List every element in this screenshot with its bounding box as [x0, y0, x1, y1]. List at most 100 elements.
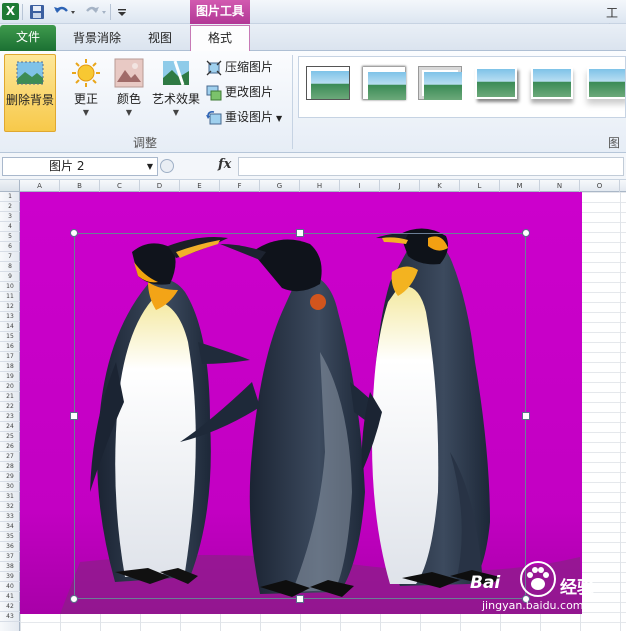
- column-header[interactable]: F: [220, 180, 260, 192]
- row-header[interactable]: 27: [0, 452, 20, 462]
- undo-icon[interactable]: [52, 3, 75, 21]
- column-header[interactable]: J: [380, 180, 420, 192]
- row-header[interactable]: 24: [0, 422, 20, 432]
- column-header[interactable]: I: [340, 180, 380, 192]
- picture-style-thumbnail[interactable]: [475, 67, 517, 99]
- row-header[interactable]: 14: [0, 322, 20, 332]
- row-header[interactable]: 31: [0, 492, 20, 502]
- row-header[interactable]: 1: [0, 192, 20, 202]
- row-header[interactable]: 17: [0, 352, 20, 362]
- row-header[interactable]: 26: [0, 442, 20, 452]
- row-header[interactable]: 22: [0, 402, 20, 412]
- qat-separator: [22, 4, 23, 20]
- compress-pictures-button[interactable]: 压缩图片: [206, 56, 292, 78]
- color-button[interactable]: 颜色 ▼: [110, 54, 148, 132]
- column-header[interactable]: B: [60, 180, 100, 192]
- row-header[interactable]: 42: [0, 602, 20, 612]
- row-header[interactable]: 2: [0, 202, 20, 212]
- row-header[interactable]: 7: [0, 252, 20, 262]
- row-header[interactable]: 39: [0, 572, 20, 582]
- column-header[interactable]: C: [100, 180, 140, 192]
- name-box[interactable]: 图片 2 ▼: [2, 157, 158, 176]
- row-header[interactable]: 16: [0, 342, 20, 352]
- row-header[interactable]: 35: [0, 532, 20, 542]
- row-header[interactable]: 18: [0, 362, 20, 372]
- row-header[interactable]: 3: [0, 212, 20, 222]
- select-all-corner[interactable]: [0, 180, 20, 192]
- corrections-label: 更正: [73, 92, 98, 106]
- column-header[interactable]: E: [180, 180, 220, 192]
- tab-file[interactable]: 文件: [0, 25, 56, 51]
- row-header[interactable]: 11: [0, 292, 20, 302]
- corrections-button[interactable]: 更正 ▼: [66, 54, 106, 132]
- row-header[interactable]: 4: [0, 222, 20, 232]
- remove-background-button[interactable]: 删除背景: [4, 54, 56, 132]
- artistic-effects-button[interactable]: 艺术效果 ▼: [150, 54, 202, 132]
- row-header[interactable]: 6: [0, 242, 20, 252]
- picture-style-thumbnail[interactable]: [531, 67, 573, 99]
- row-header[interactable]: 28: [0, 462, 20, 472]
- tab-view[interactable]: 视图: [138, 27, 182, 51]
- column-header[interactable]: H: [300, 180, 340, 192]
- row-header[interactable]: 37: [0, 552, 20, 562]
- row-headers: 1 2 3 4 5 6 7 8 9 10 11 12 13 14 15 16 17 18 19 20 21 22 23 24 2…: [0, 192, 20, 631]
- resize-handle-top-right[interactable]: [522, 229, 530, 237]
- customize-qat-icon[interactable]: [116, 3, 134, 21]
- column-header[interactable]: N: [540, 180, 580, 192]
- row-header[interactable]: 23: [0, 412, 20, 422]
- row-header[interactable]: 34: [0, 522, 20, 532]
- excel-app-icon[interactable]: X: [2, 3, 19, 20]
- resize-handle-top-left[interactable]: [70, 229, 78, 237]
- chevron-down-icon[interactable]: ▼: [147, 158, 153, 175]
- resize-handle-bottom[interactable]: [296, 595, 304, 603]
- column-header[interactable]: O: [580, 180, 620, 192]
- save-icon[interactable]: [28, 3, 46, 21]
- picture-styles-group-label: 图: [608, 136, 621, 150]
- row-header[interactable]: 40: [0, 582, 20, 592]
- row-header[interactable]: 25: [0, 432, 20, 442]
- row-header[interactable]: 32: [0, 502, 20, 512]
- resize-handle-right[interactable]: [522, 412, 530, 420]
- row-header[interactable]: 30: [0, 482, 20, 492]
- row-header[interactable]: 41: [0, 592, 20, 602]
- row-header[interactable]: 9: [0, 272, 20, 282]
- column-header[interactable]: D: [140, 180, 180, 192]
- column-header[interactable]: A: [20, 180, 60, 192]
- compress-icon: [206, 60, 222, 76]
- resize-handle-top[interactable]: [296, 229, 304, 237]
- row-header[interactable]: 20: [0, 382, 20, 392]
- row-header[interactable]: 33: [0, 512, 20, 522]
- baidu-jingyan-watermark: Bai 经验 jingyan.baidu.com: [470, 555, 620, 625]
- column-header[interactable]: G: [260, 180, 300, 192]
- row-header[interactable]: 5: [0, 232, 20, 242]
- row-header[interactable]: 12: [0, 302, 20, 312]
- column-header[interactable]: K: [420, 180, 460, 192]
- picture-style-thumbnail[interactable]: [363, 67, 406, 100]
- reset-picture-button[interactable]: 重设图片 ▼: [206, 106, 292, 128]
- row-header[interactable]: 19: [0, 372, 20, 382]
- row-header[interactable]: 15: [0, 332, 20, 342]
- resize-handle-left[interactable]: [70, 412, 78, 420]
- row-header[interactable]: 21: [0, 392, 20, 402]
- change-picture-button[interactable]: 更改图片: [206, 81, 292, 103]
- redo-icon[interactable]: [84, 3, 106, 21]
- picture-selection-frame[interactable]: [74, 233, 526, 599]
- row-header[interactable]: 43: [0, 612, 20, 622]
- row-header[interactable]: 8: [0, 262, 20, 272]
- picture-style-thumbnail[interactable]: [307, 67, 349, 99]
- row-header[interactable]: 10: [0, 282, 20, 292]
- row-header[interactable]: 29: [0, 472, 20, 482]
- row-header[interactable]: 36: [0, 542, 20, 552]
- resize-handle-bottom-left[interactable]: [70, 595, 78, 603]
- column-header[interactable]: L: [460, 180, 500, 192]
- tab-background-removal[interactable]: 背景消除: [62, 27, 132, 51]
- formula-bar-divider-handle[interactable]: [160, 159, 174, 173]
- row-header[interactable]: 13: [0, 312, 20, 322]
- row-header[interactable]: 38: [0, 562, 20, 572]
- picture-style-thumbnail[interactable]: [587, 67, 625, 99]
- column-header[interactable]: M: [500, 180, 540, 192]
- formula-input[interactable]: [238, 157, 624, 176]
- picture-style-thumbnail[interactable]: [419, 67, 462, 100]
- insert-function-button[interactable]: fx: [218, 157, 231, 172]
- tab-format[interactable]: 格式: [190, 25, 250, 51]
